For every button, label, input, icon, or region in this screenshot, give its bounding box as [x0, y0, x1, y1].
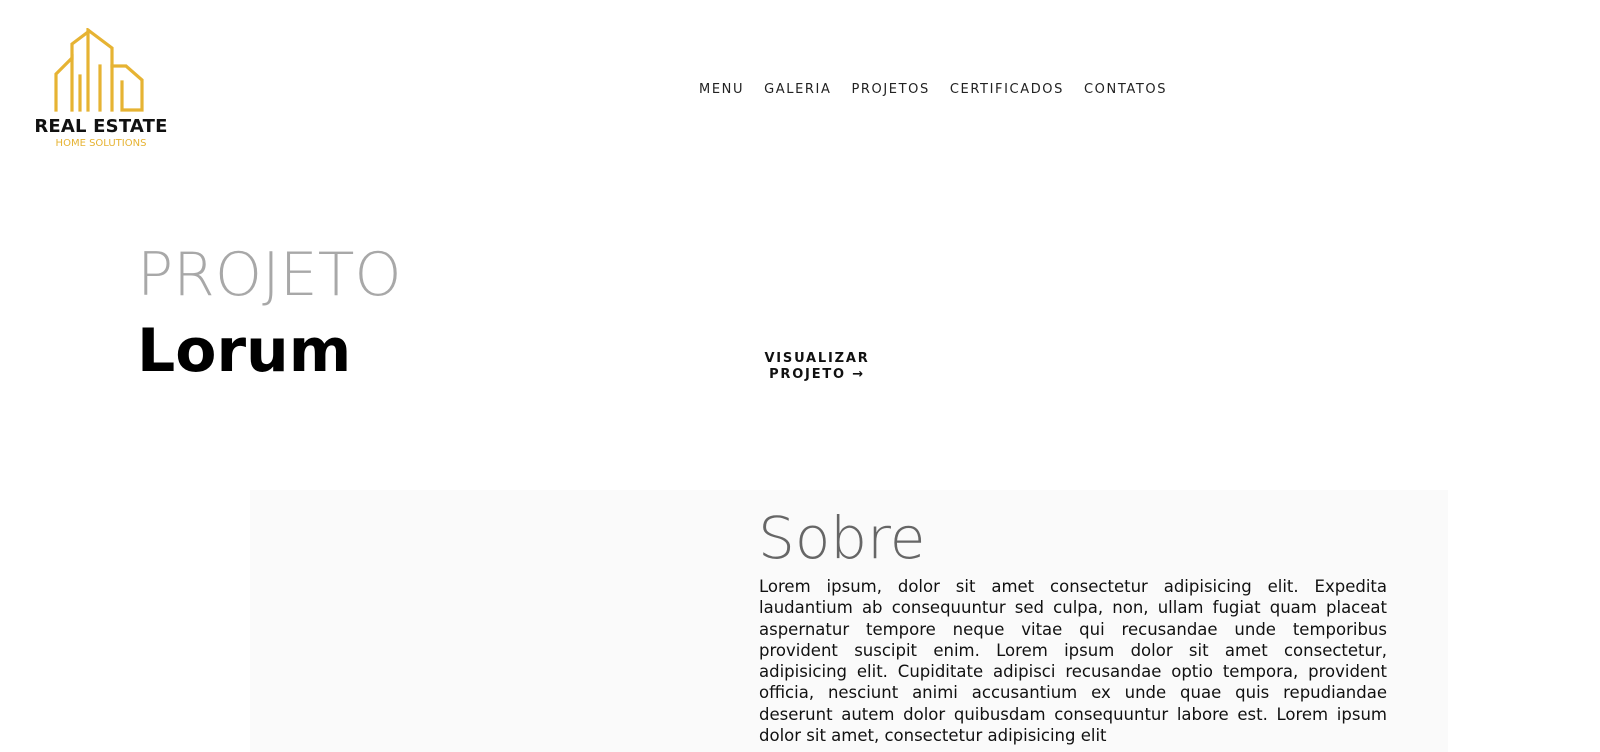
page: REAL ESTATE HOME SOLUTIONS MENU GALERIA … — [0, 0, 1600, 752]
hero-title: Lorum — [137, 316, 352, 386]
hero-kicker: PROJETO — [137, 240, 402, 310]
cta-line-1: VISUALIZAR — [764, 351, 870, 366]
about-body: Lorem ipsum, dolor sit amet consectetur … — [759, 577, 1387, 746]
nav-item-projetos[interactable]: PROJETOS — [851, 82, 929, 97]
cta-line-2: PROJETO → — [769, 367, 865, 382]
about-heading: Sobre — [758, 504, 926, 572]
nav-item-certificados[interactable]: CERTIFICADOS — [950, 82, 1064, 97]
about-section: Sobre Lorem ipsum, dolor sit amet consec… — [250, 490, 1448, 752]
main-nav: MENU GALERIA PROJETOS CERTIFICADOS CONTA… — [699, 82, 1167, 97]
brand-tagline: HOME SOLUTIONS — [55, 138, 147, 149]
nav-item-galeria[interactable]: GALERIA — [764, 82, 831, 97]
brand-logo[interactable]: REAL ESTATE HOME SOLUTIONS — [28, 28, 174, 152]
nav-item-contatos[interactable]: CONTATOS — [1084, 82, 1167, 97]
brand-name: REAL ESTATE — [34, 116, 168, 137]
view-project-button[interactable]: VISUALIZAR PROJETO → — [762, 351, 872, 383]
buildings-outline-icon — [54, 28, 144, 112]
nav-item-menu[interactable]: MENU — [699, 82, 744, 97]
